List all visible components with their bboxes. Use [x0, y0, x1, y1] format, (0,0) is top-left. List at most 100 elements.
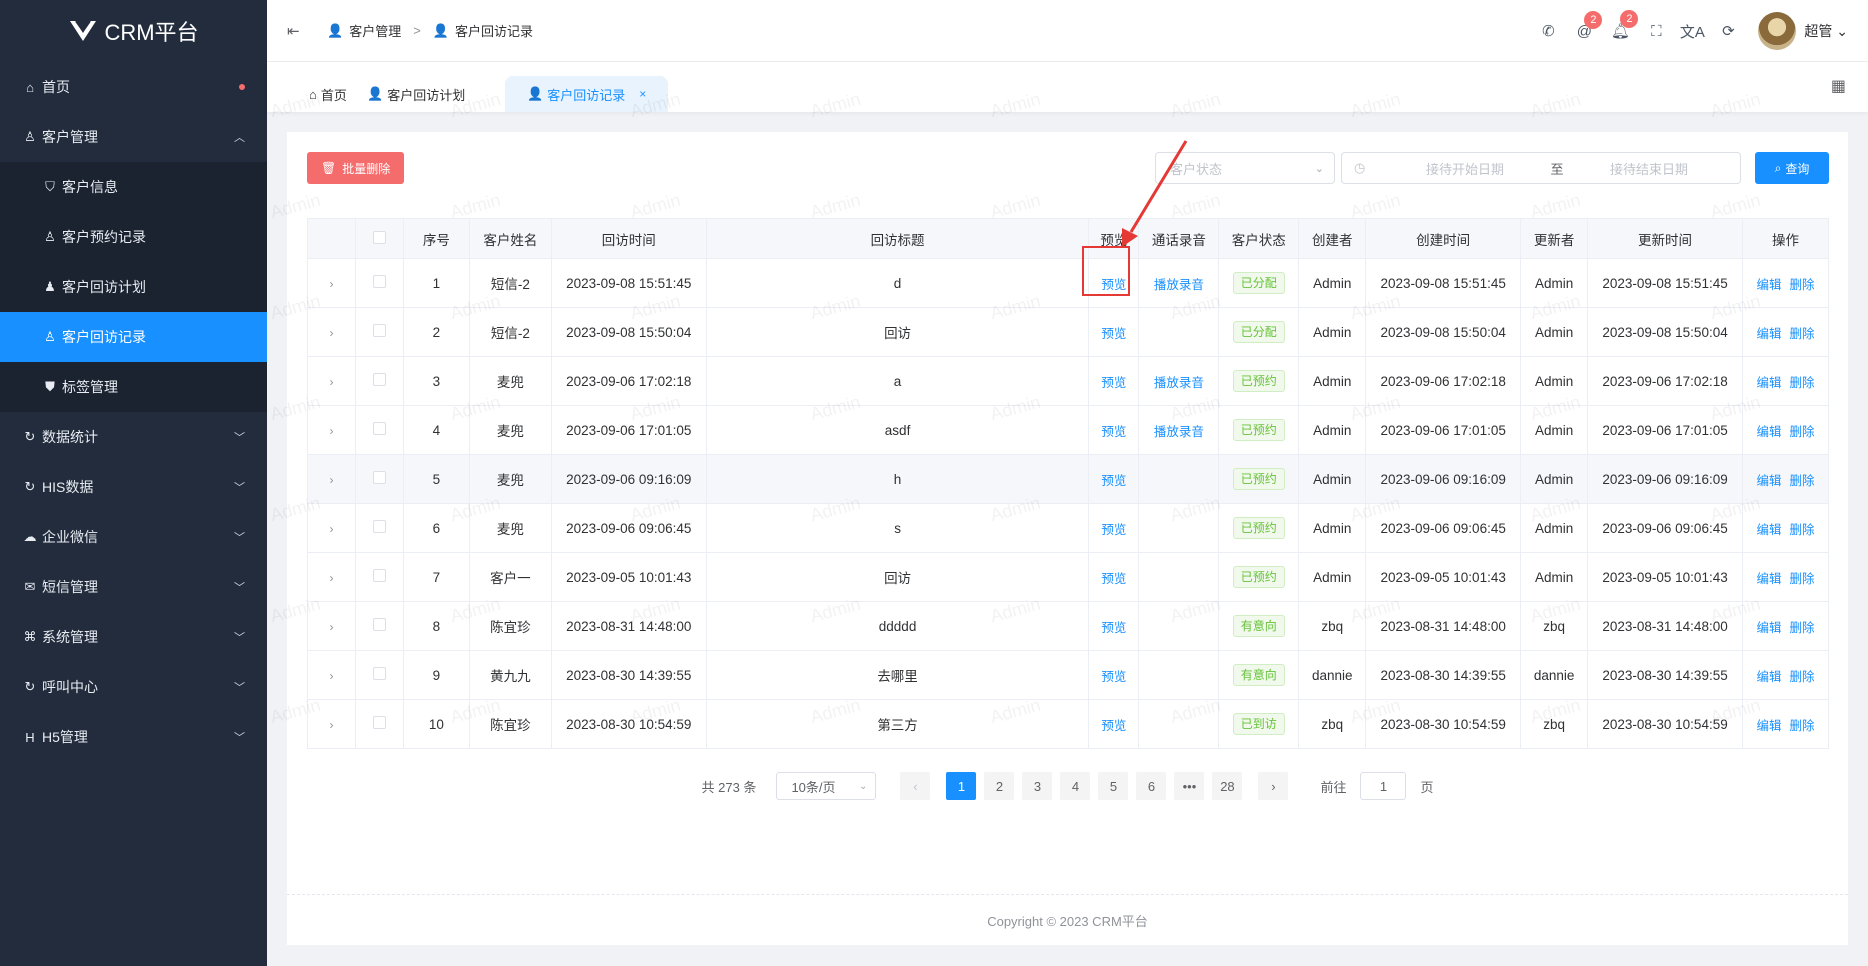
row-checkbox[interactable] — [372, 667, 386, 680]
sidebar-item[interactable]: ♙ 客户管理 ︿ — [0, 112, 267, 162]
expand-cell[interactable]: › — [307, 552, 356, 602]
translate-icon[interactable]: 文A — [1674, 21, 1710, 42]
username-dropdown[interactable]: 超管 ⌄ — [1804, 21, 1848, 41]
edit-link[interactable]: 编辑 — [1756, 719, 1781, 733]
delete-link[interactable]: 删除 — [1790, 621, 1815, 635]
sidebar-item[interactable]: ☁ 企业微信 ﹀ — [0, 512, 267, 562]
avatar[interactable] — [1758, 12, 1797, 50]
delete-link[interactable]: 删除 — [1790, 327, 1815, 341]
status-select[interactable]: 客户状态 ⌄ — [1155, 152, 1335, 184]
expand-cell[interactable]: › — [307, 650, 356, 700]
sidebar-item[interactable]: ♙ 客户预约记录 — [0, 212, 267, 262]
page-button[interactable]: 6 — [1136, 772, 1167, 800]
preview-link[interactable]: 预览 — [1101, 376, 1126, 390]
expand-cell[interactable]: › — [307, 356, 356, 406]
page-button[interactable]: 28 — [1212, 772, 1243, 800]
row-checkbox[interactable] — [372, 275, 386, 288]
page-button[interactable]: 5 — [1098, 772, 1129, 800]
delete-link[interactable]: 删除 — [1790, 425, 1815, 439]
expand-cell[interactable]: › — [307, 601, 356, 651]
sidebar-item[interactable]: ⌘ 系统管理 ﹀ — [0, 612, 267, 662]
chevron-right-icon[interactable]: › — [329, 620, 333, 634]
sidebar-item[interactable]: ↻ 数据统计 ﹀ — [0, 412, 267, 462]
play-record-link[interactable]: 播放录音 — [1154, 425, 1204, 439]
row-checkbox[interactable] — [372, 618, 386, 631]
edit-link[interactable]: 编辑 — [1756, 474, 1781, 488]
preview-link[interactable]: 预览 — [1101, 523, 1126, 537]
start-date-input[interactable]: 接待开始日期 — [1390, 159, 1540, 178]
fullscreen-icon[interactable]: ⛶ — [1638, 23, 1674, 40]
tab-visit-plan[interactable]: 👤 客户回访计划 — [345, 76, 487, 112]
sidebar-item[interactable]: ♙ 客户回访记录 — [0, 312, 267, 362]
delete-link[interactable]: 删除 — [1790, 278, 1815, 292]
chevron-right-icon[interactable]: › — [329, 326, 333, 340]
expand-cell[interactable]: › — [307, 258, 356, 308]
row-checkbox[interactable] — [372, 520, 386, 533]
row-checkbox[interactable] — [372, 373, 386, 386]
row-checkbox[interactable] — [372, 422, 386, 435]
chevron-right-icon[interactable]: › — [329, 473, 333, 487]
grid-icon[interactable]: ▦ — [1831, 76, 1846, 96]
edit-link[interactable]: 编辑 — [1756, 376, 1781, 390]
tab-visit-record[interactable]: 👤 客户回访记录 × — [505, 76, 669, 112]
expand-cell[interactable]: › — [307, 699, 356, 749]
app-logo[interactable]: CRM平台 — [0, 0, 267, 62]
query-button[interactable]: ⌕ 查询 — [1755, 152, 1829, 184]
mention-icon[interactable]: @2 — [1566, 10, 1603, 40]
bell-icon[interactable]: 🔔︎ 2 — [1602, 10, 1639, 40]
preview-link[interactable]: 预览 — [1101, 670, 1126, 684]
delete-link[interactable]: 删除 — [1790, 719, 1815, 733]
edit-link[interactable]: 编辑 — [1756, 327, 1781, 341]
sidebar-item[interactable]: ✉ 短信管理 ﹀ — [0, 562, 267, 612]
chevron-right-icon[interactable]: › — [329, 571, 333, 585]
page-button[interactable]: 4 — [1060, 772, 1091, 800]
row-checkbox[interactable] — [372, 716, 386, 729]
row-checkbox[interactable] — [372, 471, 386, 484]
play-record-link[interactable]: 播放录音 — [1154, 278, 1204, 292]
expand-cell[interactable]: › — [307, 307, 356, 357]
edit-link[interactable]: 编辑 — [1756, 572, 1781, 586]
preview-link[interactable]: 预览 — [1101, 327, 1126, 341]
sidebar-item[interactable]: ♟ 客户回访计划 — [0, 262, 267, 312]
preview-link[interactable]: 预览 — [1101, 425, 1126, 439]
preview-link[interactable]: 预览 — [1101, 474, 1126, 488]
edit-link[interactable]: 编辑 — [1756, 523, 1781, 537]
sidebar-item[interactable]: H H5管理 ﹀ — [0, 712, 267, 762]
expand-cell[interactable]: › — [307, 454, 356, 504]
sidebar-item[interactable]: ⛊ 标签管理 — [0, 362, 267, 412]
edit-link[interactable]: 编辑 — [1756, 425, 1781, 439]
collapse-menu-icon[interactable]: ⇤ — [287, 22, 307, 40]
page-button[interactable]: 3 — [1022, 772, 1053, 800]
page-button[interactable]: 1 — [946, 772, 977, 800]
chevron-right-icon[interactable]: › — [329, 522, 333, 536]
delete-link[interactable]: 删除 — [1790, 474, 1815, 488]
date-range-picker[interactable]: ◷ 接待开始日期 至 接待结束日期 — [1341, 152, 1741, 184]
phone-icon[interactable]: ✆ — [1530, 22, 1566, 40]
preview-link[interactable]: 预览 — [1101, 572, 1126, 586]
row-checkbox[interactable] — [372, 569, 386, 582]
batch-delete-button[interactable]: 🗑 批量删除 — [307, 152, 405, 184]
sidebar-item[interactable]: ⛉ 客户信息 — [0, 162, 267, 212]
prev-page-button[interactable]: ‹ — [900, 772, 931, 800]
refresh-icon[interactable]: ⟳ — [1710, 22, 1746, 40]
chevron-right-icon[interactable]: › — [329, 424, 333, 438]
page-size-select[interactable]: 10条/页 ⌄ — [776, 772, 877, 800]
edit-link[interactable]: 编辑 — [1756, 621, 1781, 635]
page-ellipsis[interactable]: ••• — [1174, 772, 1205, 800]
select-all-checkbox[interactable] — [372, 230, 386, 244]
sidebar-item[interactable]: ⌂ 首页 — [0, 62, 267, 112]
goto-page-input[interactable]: 1 — [1360, 772, 1407, 800]
next-page-button[interactable]: › — [1258, 772, 1289, 800]
sidebar-item[interactable]: ↻ 呼叫中心 ﹀ — [0, 662, 267, 712]
delete-link[interactable]: 删除 — [1790, 376, 1815, 390]
chevron-right-icon[interactable]: › — [329, 277, 333, 291]
delete-link[interactable]: 删除 — [1790, 572, 1815, 586]
preview-link[interactable]: 预览 — [1101, 621, 1126, 635]
edit-link[interactable]: 编辑 — [1756, 670, 1781, 684]
delete-link[interactable]: 删除 — [1790, 523, 1815, 537]
chevron-right-icon[interactable]: › — [329, 718, 333, 732]
sidebar-item[interactable]: ↻ HIS数据 ﹀ — [0, 462, 267, 512]
breadcrumb-item[interactable]: 客户管理 — [349, 21, 401, 40]
end-date-input[interactable]: 接待结束日期 — [1574, 159, 1724, 178]
row-checkbox[interactable] — [372, 324, 386, 337]
